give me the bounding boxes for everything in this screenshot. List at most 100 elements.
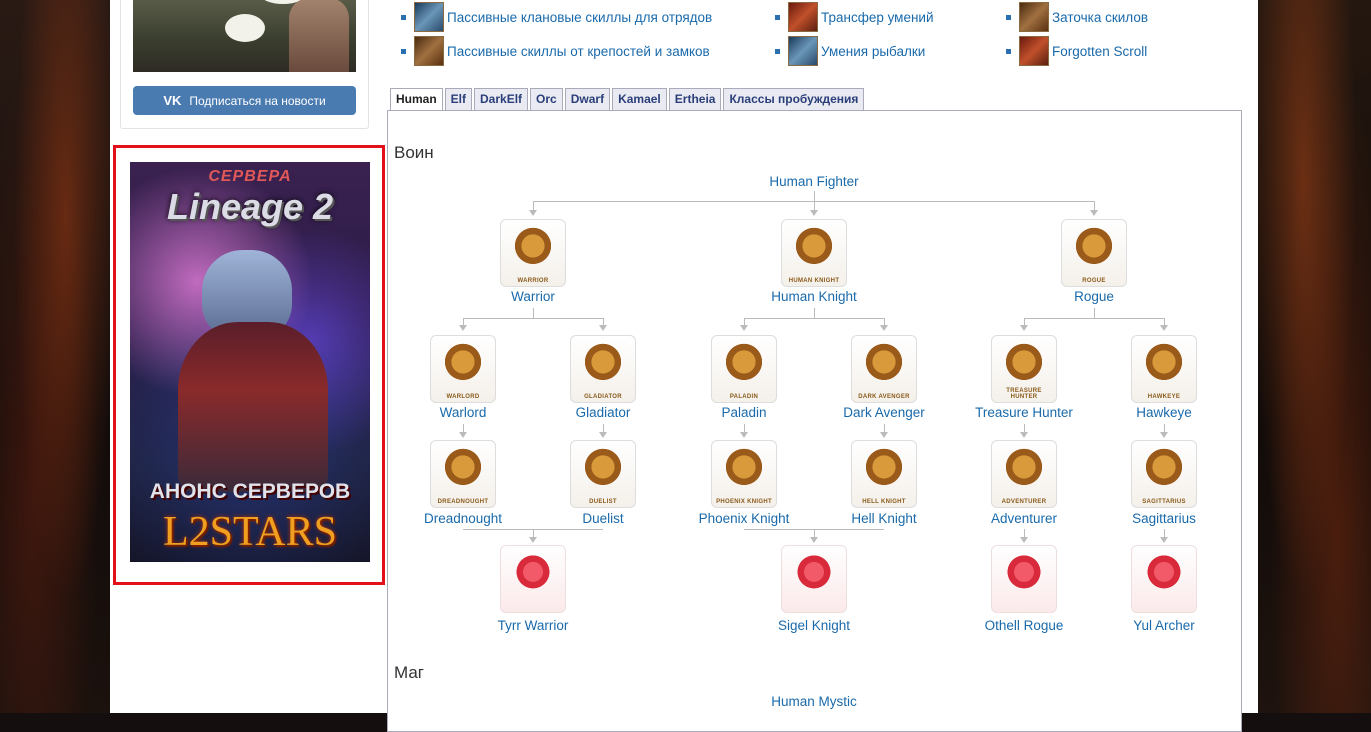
class-link-dark-avenger[interactable]: Dark Avenger (804, 405, 964, 420)
bullet-icon (401, 48, 406, 54)
class-emblem-icon (580, 448, 626, 490)
class-link-yul-archer[interactable]: Yul Archer (1084, 618, 1244, 633)
tab-orc[interactable]: Orc (530, 88, 563, 111)
connector-arrow (1020, 325, 1028, 331)
tab-elf[interactable]: Elf (444, 88, 473, 111)
class-emblem-icon (1141, 343, 1187, 385)
class-emblem-icon (1141, 553, 1187, 595)
class-icon-dreadnought[interactable]: DREADNOUGHT (430, 440, 496, 508)
class-link-sagittarius[interactable]: Sagittarius (1084, 511, 1244, 526)
class-icon-human-knight[interactable]: HUMAN KNIGHT (781, 219, 847, 287)
tab-dwarf[interactable]: Dwarf (564, 88, 611, 111)
class-icon-warlord[interactable]: WARLORD (430, 335, 496, 403)
connector-arrow (1020, 432, 1028, 438)
class-link-othell-rogue[interactable]: Othell Rogue (944, 618, 1104, 633)
class-icon-hell-knight[interactable]: HELL KNIGHT (851, 440, 917, 508)
class-icon-rogue[interactable]: ROGUE (1061, 219, 1127, 287)
class-icon-phoenix-knight[interactable]: PHOENIX KNIGHT (711, 440, 777, 508)
link-passive-fortress-castle[interactable]: Пассивные скиллы от крепостей и замков (401, 36, 710, 66)
connector-arrow (459, 325, 467, 331)
class-link-treasure-hunter[interactable]: Treasure Hunter (944, 405, 1104, 420)
class-emblem-icon (791, 227, 837, 269)
class-emblem-icon (1071, 227, 1117, 269)
class-icon-paladin[interactable]: PALADIN (711, 335, 777, 403)
class-link-hawkeye[interactable]: Hawkeye (1084, 405, 1244, 420)
class-icon-othell-rogue[interactable] (991, 545, 1057, 613)
link-skill-enchant[interactable]: Заточка скилов (1006, 2, 1148, 32)
class-link-human-knight[interactable]: Human Knight (734, 289, 894, 304)
tab-ertheia[interactable]: Ertheia (668, 88, 722, 111)
class-link-phoenix-knight[interactable]: Phoenix Knight (664, 511, 824, 526)
class-tree-panel: Воин Маг Human Fighter WARRIOR Warrior HUMA… (387, 110, 1242, 732)
background-art-right (1258, 0, 1371, 713)
connector-arrow (459, 432, 467, 438)
tab-human[interactable]: Human (390, 88, 443, 112)
class-emblem-caption: DREADNOUGHT (437, 499, 489, 505)
link-label[interactable]: Forgotten Scroll (1052, 44, 1147, 59)
class-link-sigel-knight[interactable]: Sigel Knight (734, 618, 894, 633)
class-link-human-mystic[interactable]: Human Mystic (734, 694, 894, 709)
connector-arrow (810, 210, 818, 216)
class-emblem-caption: HAWKEYE (1147, 394, 1181, 400)
link-skill-transfer[interactable]: Трансфер умений (775, 2, 934, 32)
banner-top-text: СЕРВЕРА (208, 168, 292, 185)
server-banner-frame: СЕРВЕРА Lineage 2 АНОНС СЕРВЕРОВ L2STARS (113, 145, 385, 585)
class-icon-adventurer[interactable]: ADVENTURER (991, 440, 1057, 508)
class-link-gladiator[interactable]: Gladiator (523, 405, 683, 420)
tab-kamael[interactable]: Kamael (612, 88, 667, 111)
class-icon-sagittarius[interactable]: SAGITTARIUS (1131, 440, 1197, 508)
speech-bubble (225, 14, 265, 42)
tab-awakening-classes[interactable]: Классы пробуждения (723, 88, 865, 111)
link-label[interactable]: Пассивные клановые скиллы для отрядов (447, 10, 712, 25)
link-fishing-skills[interactable]: Умения рыбалки (775, 36, 925, 66)
class-link-warlord[interactable]: Warlord (383, 405, 543, 420)
class-emblem-icon (510, 227, 556, 269)
link-label[interactable]: Умения рыбалки (821, 44, 925, 59)
class-link-warrior[interactable]: Warrior (453, 289, 613, 304)
class-link-dreadnought[interactable]: Dreadnought (383, 511, 543, 526)
game-screenshot[interactable] (133, 0, 356, 72)
class-icon-gladiator[interactable]: GLADIATOR (570, 335, 636, 403)
class-icon-warrior[interactable]: WARRIOR (500, 219, 566, 287)
tab-darkelf[interactable]: DarkElf (474, 88, 529, 111)
link-label[interactable]: Заточка скилов (1052, 10, 1148, 25)
banner-brand: L2STARS (162, 509, 337, 555)
class-link-adventurer[interactable]: Adventurer (944, 511, 1104, 526)
connector-arrow (810, 537, 818, 543)
link-passive-clan-squads[interactable]: Пассивные клановые скиллы для отрядов (401, 2, 712, 32)
vk-subscribe-button[interactable]: VK Подписаться на новости (133, 86, 356, 115)
connector-line (814, 191, 815, 201)
connector-arrow (599, 325, 607, 331)
class-icon-yul-archer[interactable] (1131, 545, 1197, 613)
class-link-tyrr-warrior[interactable]: Tyrr Warrior (453, 618, 613, 633)
connector-line (814, 529, 815, 537)
page-content: VK Подписаться на новости СЕРВЕРА Lineag… (110, 0, 1258, 732)
class-link-human-fighter[interactable]: Human Fighter (734, 174, 894, 189)
class-emblem-caption: ROGUE (1082, 278, 1106, 284)
class-link-duelist[interactable]: Duelist (523, 511, 683, 526)
class-icon-treasure-hunter[interactable]: TREASURE HUNTER (991, 335, 1057, 403)
class-link-paladin[interactable]: Paladin (664, 405, 824, 420)
vk-widget: VK Подписаться на новости (120, 0, 369, 129)
link-label[interactable]: Трансфер умений (821, 10, 934, 25)
class-icon-hawkeye[interactable]: HAWKEYE (1131, 335, 1197, 403)
class-icon-dark-avenger[interactable]: DARK AVENGER (851, 335, 917, 403)
class-emblem-icon (861, 448, 907, 490)
class-link-hell-knight[interactable]: Hell Knight (804, 511, 964, 526)
class-emblem-caption: PHOENIX KNIGHT (716, 499, 772, 505)
connector-arrow (529, 537, 537, 543)
class-emblem-caption: WARLORD (446, 394, 480, 400)
link-label[interactable]: Пассивные скиллы от крепостей и замков (447, 44, 710, 59)
vk-icon: VK (163, 93, 182, 108)
link-forgotten-scroll[interactable]: Forgotten Scroll (1006, 36, 1147, 66)
class-icon-duelist[interactable]: DUELIST (570, 440, 636, 508)
class-icon-tyrr-warrior[interactable] (500, 545, 566, 613)
sword-scroll-icon (414, 2, 444, 32)
connector-arrow (740, 325, 748, 331)
server-banner[interactable]: СЕРВЕРА Lineage 2 АНОНС СЕРВЕРОВ L2STARS (130, 162, 370, 562)
class-icon-sigel-knight[interactable] (781, 545, 847, 613)
connector-line (744, 318, 884, 319)
background-art-left (0, 0, 110, 713)
transfer-icon (788, 2, 818, 32)
class-link-rogue[interactable]: Rogue (1014, 289, 1174, 304)
